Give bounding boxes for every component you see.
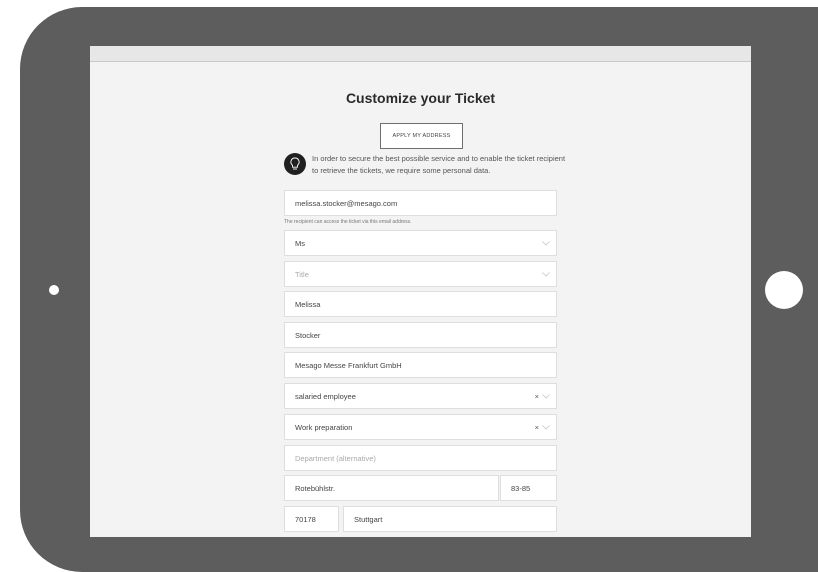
first-name-field[interactable]: Melissa <box>284 291 557 317</box>
zip-value: 70178 <box>295 515 316 524</box>
salutation-value: Ms <box>295 239 305 248</box>
clear-department-icon[interactable]: × <box>535 415 539 441</box>
zip-field[interactable]: 70178 <box>284 506 339 532</box>
chevron-down-icon <box>542 272 550 277</box>
street-value: Rotebühlstr. <box>295 484 336 493</box>
house-number-value: 83-85 <box>511 484 531 493</box>
chevron-down-icon <box>542 394 550 399</box>
first-name-value: Melissa <box>295 300 321 309</box>
position-value: salaried employee <box>295 392 356 401</box>
title-select[interactable]: Title <box>284 261 557 287</box>
department-alt-placeholder: Department (alternative) <box>295 454 376 463</box>
last-name-value: Stocker <box>295 331 321 340</box>
house-number-field[interactable]: 83-85 <box>500 475 557 501</box>
info-text: In order to secure the best possible ser… <box>312 154 566 175</box>
company-value: Mesago Messe Frankfurt GmbH <box>295 361 402 370</box>
last-name-field[interactable]: Stocker <box>284 322 557 348</box>
street-field[interactable]: Rotebühlstr. <box>284 475 499 501</box>
salutation-select[interactable]: Ms <box>284 230 557 256</box>
department-alt-field[interactable]: Department (alternative) <box>284 445 557 471</box>
position-select[interactable]: salaried employee × <box>284 383 557 409</box>
department-value: Work preparation <box>295 423 353 432</box>
home-button[interactable] <box>765 271 803 309</box>
city-value: Stuttgart <box>354 515 383 524</box>
camera-dot <box>49 285 59 295</box>
lightbulb-icon <box>284 153 306 175</box>
chevron-down-icon <box>542 425 550 430</box>
department-select[interactable]: Work preparation × <box>284 414 557 440</box>
company-field[interactable]: Mesago Messe Frankfurt GmbH <box>284 352 557 378</box>
chevron-down-icon <box>542 241 550 246</box>
email-value: melissa.stocker@mesago.com <box>295 199 398 208</box>
top-bar <box>90 46 751 62</box>
apply-address-button[interactable]: APPLY MY ADDRESS <box>380 123 463 149</box>
clear-position-icon[interactable]: × <box>535 384 539 410</box>
title-placeholder: Title <box>295 270 309 279</box>
screen: Customize your Ticket APPLY MY ADDRESS I… <box>90 46 751 537</box>
email-field[interactable]: melissa.stocker@mesago.com <box>284 190 557 216</box>
city-field[interactable]: Stuttgart <box>343 506 557 532</box>
email-hint: The recipient can access the ticket via … <box>284 219 412 225</box>
page-title: Customize your Ticket <box>345 90 496 106</box>
